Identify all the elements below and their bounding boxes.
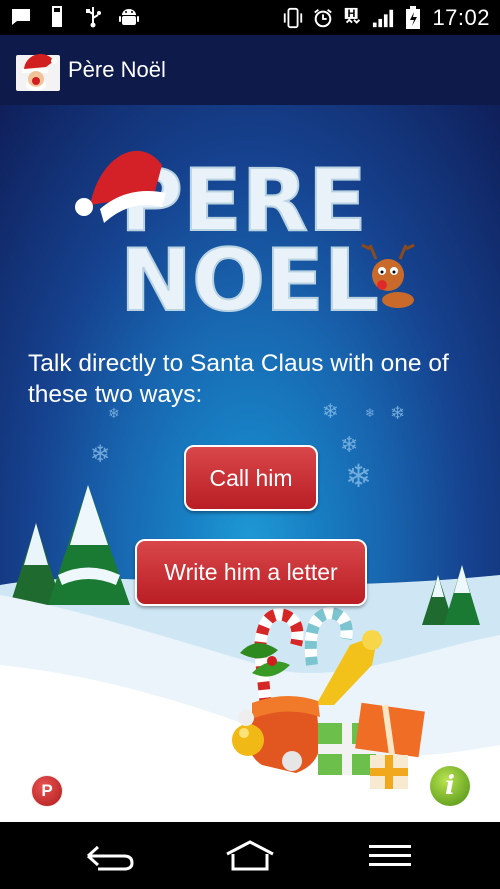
info-button[interactable]: i	[430, 766, 470, 806]
home-icon[interactable]	[220, 836, 280, 876]
navigation-bar	[0, 822, 500, 889]
android-icon	[118, 6, 140, 28]
vibrate-icon	[282, 7, 304, 29]
status-bar: H 17:02	[0, 0, 500, 35]
logo-line2: NOEL	[120, 231, 379, 325]
battery-icon	[402, 6, 424, 29]
tagline-text: Talk directly to Santa Claus with one of…	[28, 350, 449, 408]
main-screen: ❄ ❄ ❄ ❄ ❄ ❄ ❄ PERE NOEL Talk directly to…	[0, 105, 500, 822]
svg-text:❄: ❄	[340, 433, 358, 458]
network-label: H	[347, 8, 356, 20]
hspa-icon: H	[342, 7, 364, 29]
svg-text:❄: ❄	[345, 457, 372, 495]
action-bar: Père Noël	[0, 35, 500, 105]
svg-text:❄: ❄	[90, 440, 110, 468]
menu-icon[interactable]	[360, 836, 420, 876]
usb-debug-icon	[82, 6, 104, 28]
p-badge-icon[interactable]: P	[31, 775, 63, 807]
pere-noel-logo: PERE NOEL	[75, 150, 415, 325]
santa-app-icon[interactable]	[16, 47, 60, 91]
signal-icon	[372, 7, 394, 29]
clock-time: 17:02	[432, 5, 490, 30]
write-letter-button[interactable]: Write him a letter	[135, 539, 367, 606]
alarm-icon	[312, 7, 334, 29]
back-icon[interactable]	[80, 836, 140, 876]
message-icon	[10, 6, 32, 28]
info-icon: i	[445, 771, 455, 801]
call-him-button[interactable]: Call him	[184, 445, 318, 511]
app-title: Père Noël	[68, 57, 166, 82]
usb-icon	[46, 6, 68, 28]
p-badge-label: P	[41, 781, 53, 800]
